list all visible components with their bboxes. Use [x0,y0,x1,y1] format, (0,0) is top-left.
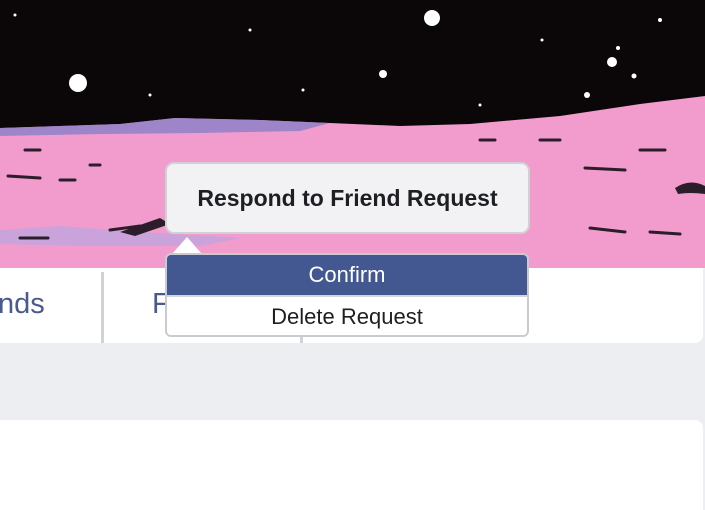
confirm-menu-item[interactable]: Confirm [167,255,527,295]
friend-request-menu: Confirm Delete Request [165,253,529,337]
menu-caret [172,237,202,254]
respond-to-friend-request-button[interactable]: Respond to Friend Request [165,162,530,234]
tab-friends[interactable]: nds [0,288,45,321]
tab-divider [101,272,104,343]
content-card [0,420,703,510]
delete-request-menu-item[interactable]: Delete Request [167,295,527,335]
